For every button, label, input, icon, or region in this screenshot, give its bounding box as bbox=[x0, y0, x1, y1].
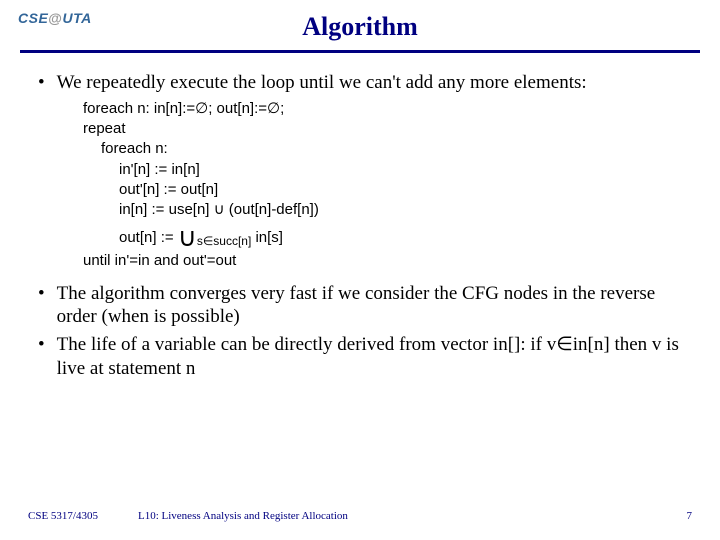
title-rule bbox=[20, 50, 700, 53]
bullet-dot: • bbox=[38, 71, 45, 95]
big-union-icon: ∪ bbox=[178, 223, 197, 252]
logo-at: @ bbox=[48, 10, 62, 26]
bullet-text-2: The algorithm converges very fast if we … bbox=[57, 282, 690, 330]
footer-course: CSE 5317/4305 bbox=[28, 510, 98, 522]
union-subscript: s∈succ[n] bbox=[197, 234, 251, 248]
logo-right: UTA bbox=[62, 10, 91, 26]
bullet-item: • The algorithm converges very fast if w… bbox=[38, 282, 690, 330]
footer-lecture: L10: Liveness Analysis and Register Allo… bbox=[138, 510, 348, 522]
code-line: foreach n: in[n]:=∅; out[n]:=∅; bbox=[83, 99, 690, 119]
code-line: in'[n] := in[n] bbox=[119, 160, 690, 180]
code-in-s: in[s] bbox=[251, 229, 283, 246]
code-line: repeat bbox=[83, 119, 690, 139]
bullet-item: • The life of a variable can be directly… bbox=[38, 333, 690, 381]
bullet-dot: • bbox=[38, 282, 45, 306]
code-line-union: out[n] := ∪s∈succ[n] in[s] bbox=[119, 228, 690, 249]
institution-logo: CSE@UTA bbox=[18, 10, 92, 26]
slide-footer: CSE 5317/4305 L10: Liveness Analysis and… bbox=[28, 510, 692, 522]
logo-left: CSE bbox=[18, 10, 48, 26]
bullet-text-3: The life of a variable can be directly d… bbox=[57, 333, 690, 381]
algorithm-code: foreach n: in[n]:=∅; out[n]:=∅; repeat f… bbox=[83, 99, 690, 272]
code-line: out'[n] := out[n] bbox=[119, 180, 690, 200]
footer-page: 7 bbox=[687, 510, 693, 522]
slide-root: CSE@UTA Algorithm • We repeatedly execut… bbox=[0, 0, 720, 540]
slide-title: Algorithm bbox=[30, 12, 690, 42]
bullet-item: • We repeatedly execute the loop until w… bbox=[38, 71, 690, 95]
code-line: foreach n: bbox=[101, 139, 690, 159]
code-line: until in'=in and out'=out bbox=[83, 251, 690, 271]
code-out-assign: out[n] := bbox=[119, 229, 178, 246]
bullet-text-1: We repeatedly execute the loop until we … bbox=[57, 71, 690, 95]
code-line: in[n] := use[n] ∪ (out[n]-def[n]) bbox=[119, 200, 690, 220]
bullet-dot: • bbox=[38, 333, 45, 357]
slide-content: • We repeatedly execute the loop until w… bbox=[30, 71, 690, 381]
